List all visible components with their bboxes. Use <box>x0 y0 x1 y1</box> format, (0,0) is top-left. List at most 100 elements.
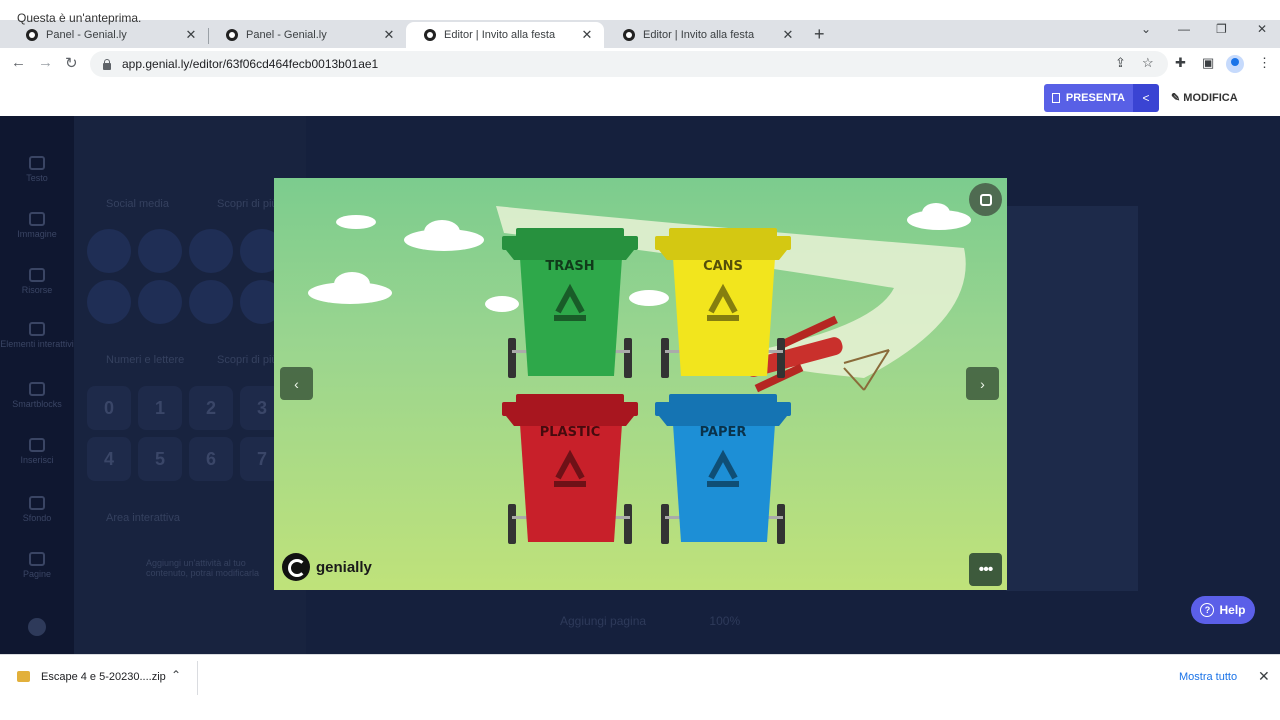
bin-label: CANS <box>703 259 743 274</box>
tab-close-icon[interactable]: ✕ <box>580 27 594 43</box>
back-icon[interactable]: ← <box>11 54 26 71</box>
bin-plastic[interactable]: PLASTIC <box>502 392 642 544</box>
editor-panel: Social media Scopri di più Numeri e lett… <box>74 116 306 654</box>
rail-item-testo: Testo <box>0 156 74 183</box>
presenta-button[interactable]: PRESENTA <box>1044 84 1133 112</box>
add-page-label: Aggiungi pagina <box>560 614 647 628</box>
section-numbers: Numeri e lettere <box>106 354 185 366</box>
help-label: Help <box>1219 603 1246 617</box>
show-all-button[interactable]: Mostra tutto <box>1179 671 1237 683</box>
chevron-up-icon[interactable]: ⌃ <box>171 668 181 682</box>
text-icon <box>29 156 45 170</box>
url-text: app.genial.ly/editor/63f06cd464fecb0013b… <box>122 57 379 71</box>
area-hint: Aggiungi un'attività al tuo contenuto, p… <box>146 558 260 578</box>
browser-tab-3-active[interactable]: Editor | Invito alla festa ✕ <box>406 22 604 48</box>
number-tile: 1 <box>138 386 182 430</box>
share-icon: < <box>1142 91 1150 105</box>
rail-label: Elementi interattivi <box>0 339 74 349</box>
zoom-level: 100% <box>709 614 741 628</box>
profile-avatar[interactable] <box>1226 55 1244 73</box>
modifica-button[interactable]: ✎ MODIFICA <box>1171 91 1238 104</box>
preview-notice: Questa è un'anteprima. <box>17 11 142 25</box>
forward-icon[interactable]: → <box>38 54 53 71</box>
bin-paper[interactable]: PAPER <box>655 392 795 544</box>
help-icon <box>28 618 46 636</box>
browser-tabbar: Panel - Genial.ly ✕ Panel - Genial.ly ✕ … <box>0 20 1280 48</box>
presenta-button-group: PRESENTA < <box>1044 84 1159 112</box>
minimize-button[interactable]: — <box>1178 22 1190 36</box>
bookmark-star-icon[interactable]: ☆ <box>1142 55 1154 71</box>
number-tile: 0 <box>87 386 131 430</box>
genially-favicon-icon <box>26 29 38 41</box>
download-file-name[interactable]: Escape 4 e 5-20230....zip <box>41 671 166 683</box>
brand-name: genially <box>316 558 372 576</box>
resources-icon <box>29 268 45 282</box>
rail-label: Sfondo <box>22 513 52 523</box>
fullscreen-button[interactable] <box>969 183 1002 216</box>
bin-cans[interactable]: CANS <box>655 226 795 378</box>
maximize-button[interactable]: ❐ <box>1216 22 1227 36</box>
browser-tab-4[interactable]: Editor | Invito alla festa ✕ <box>605 22 805 48</box>
window-close-button[interactable]: ✕ <box>1257 22 1267 36</box>
number-tile: 2 <box>189 386 233 430</box>
genially-logo-icon <box>282 553 310 581</box>
twitter-icon <box>189 229 233 273</box>
add-page-dimmed: Aggiungi pagina 100% <box>560 614 740 628</box>
more-options-button[interactable]: ••• <box>969 553 1002 586</box>
genially-brand[interactable]: genially <box>282 553 372 581</box>
bin-label: TRASH <box>545 259 594 274</box>
section-social: Social media <box>106 198 169 210</box>
tab-title: Panel - Genial.ly <box>46 29 127 41</box>
extensions-icon[interactable]: ✚ <box>1175 55 1186 71</box>
share-button[interactable]: < <box>1133 84 1159 112</box>
divider <box>197 661 198 695</box>
lock-icon <box>102 58 112 70</box>
pages-icon <box>29 552 45 566</box>
facebook-icon <box>138 229 182 273</box>
bin-label: PLASTIC <box>540 425 600 440</box>
background-icon <box>29 496 45 510</box>
genially-favicon-icon <box>623 29 635 41</box>
reload-icon[interactable]: ↻ <box>65 54 78 72</box>
tab-search-icon[interactable]: ⌄ <box>1141 22 1151 36</box>
browser-tab-2[interactable]: Panel - Genial.ly ✕ <box>208 22 406 48</box>
rail-label: Risorse <box>21 285 53 295</box>
genially-favicon-icon <box>226 29 238 41</box>
tab-close-icon[interactable]: ✕ <box>781 27 795 43</box>
number-tile: 6 <box>189 437 233 481</box>
browser-tab-1[interactable]: Panel - Genial.ly ✕ <box>8 22 208 48</box>
rail-item-risorse: Risorse <box>0 268 74 295</box>
browser-menu-icon[interactable]: ⋮ <box>1258 55 1271 71</box>
help-button[interactable]: ? Help <box>1191 596 1255 624</box>
address-bar[interactable]: app.genial.ly/editor/63f06cd464fecb0013b… <box>90 51 1168 77</box>
tab-close-icon[interactable]: ✕ <box>382 27 396 43</box>
fullscreen-icon <box>979 193 992 206</box>
rail-item-immagine: Immagine <box>0 212 74 239</box>
section-area: Area interattiva <box>106 512 180 524</box>
download-bar: Escape 4 e 5-20230....zip ⌃ Mostra tutto… <box>0 654 1280 700</box>
rail-item-elementi: Elementi interattivi <box>0 322 74 349</box>
sidebar-icon[interactable]: ▣ <box>1202 55 1214 71</box>
tab-title: Panel - Genial.ly <box>246 29 327 41</box>
instagram-icon <box>189 280 233 324</box>
insert-icon <box>29 438 45 452</box>
new-tab-button[interactable]: + <box>814 24 825 45</box>
close-download-bar-icon[interactable]: ✕ <box>1258 668 1270 685</box>
number-tile: 4 <box>87 437 131 481</box>
bottom-margin <box>0 700 1280 720</box>
genially-favicon-icon <box>424 29 436 41</box>
bin-label: PAPER <box>700 425 747 440</box>
zip-file-icon <box>17 671 30 682</box>
prev-slide-button[interactable]: ‹ <box>280 367 313 400</box>
browser-toolbar: ← → ↻ app.genial.ly/editor/63f06cd464fec… <box>0 48 1280 80</box>
rail-label: Inserisci <box>20 455 54 465</box>
next-slide-button[interactable]: › <box>966 367 999 400</box>
modifica-label: MODIFICA <box>1183 92 1238 104</box>
tab-title: Editor | Invito alla festa <box>444 29 556 41</box>
genially-social-icon <box>87 229 131 273</box>
share-icon[interactable]: ⇪ <box>1115 55 1126 71</box>
tab-close-icon[interactable]: ✕ <box>184 27 198 43</box>
bin-trash[interactable]: TRASH <box>502 226 642 378</box>
scopri-link: Scopri di più <box>217 354 278 366</box>
scopri-link: Scopri di più <box>217 198 278 210</box>
